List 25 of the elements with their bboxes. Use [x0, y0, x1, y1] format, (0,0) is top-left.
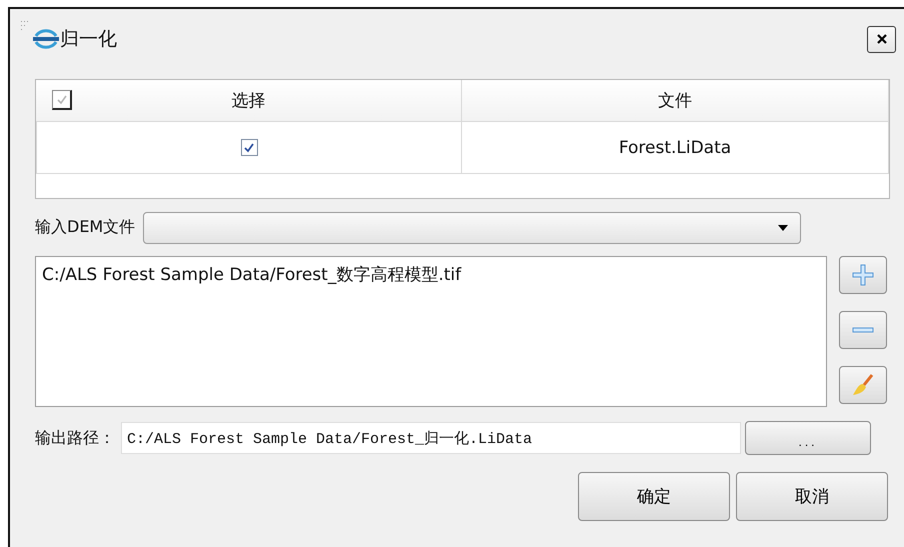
add-button[interactable]	[839, 256, 887, 294]
output-path-label: 输出路径：	[35, 428, 115, 448]
dem-label: 输入DEM文件	[35, 217, 136, 238]
window-title: 归一化	[60, 27, 117, 52]
brush-icon	[851, 374, 875, 396]
remove-button[interactable]	[839, 311, 887, 349]
check-icon	[243, 142, 255, 154]
close-icon	[876, 33, 888, 45]
column-header: 选择	[232, 90, 266, 112]
cancel-button[interactable]: 取消	[736, 472, 888, 521]
close-button[interactable]	[867, 26, 896, 52]
dem-dropdown[interactable]	[143, 212, 802, 244]
minus-icon	[852, 327, 874, 333]
check-icon	[56, 94, 68, 106]
dropdown-arrow-icon	[778, 224, 788, 230]
output-path-field[interactable]: C:/ALS Forest Sample Data/Forest_归一化.LiData	[121, 422, 741, 454]
row-checkbox[interactable]	[240, 139, 258, 156]
ok-button[interactable]: 确定	[578, 472, 730, 521]
column-header: 文件	[658, 90, 692, 112]
plus-icon	[852, 264, 874, 286]
table-cell: Forest.LiData	[618, 138, 732, 158]
browse-button[interactable]: ...	[745, 421, 871, 455]
select-all-checkbox[interactable]	[52, 90, 72, 110]
dem-file-item[interactable]: C:/ALS Forest Sample Data/Forest_数字高程模型.tif	[42, 263, 820, 286]
clear-button[interactable]	[839, 366, 887, 404]
